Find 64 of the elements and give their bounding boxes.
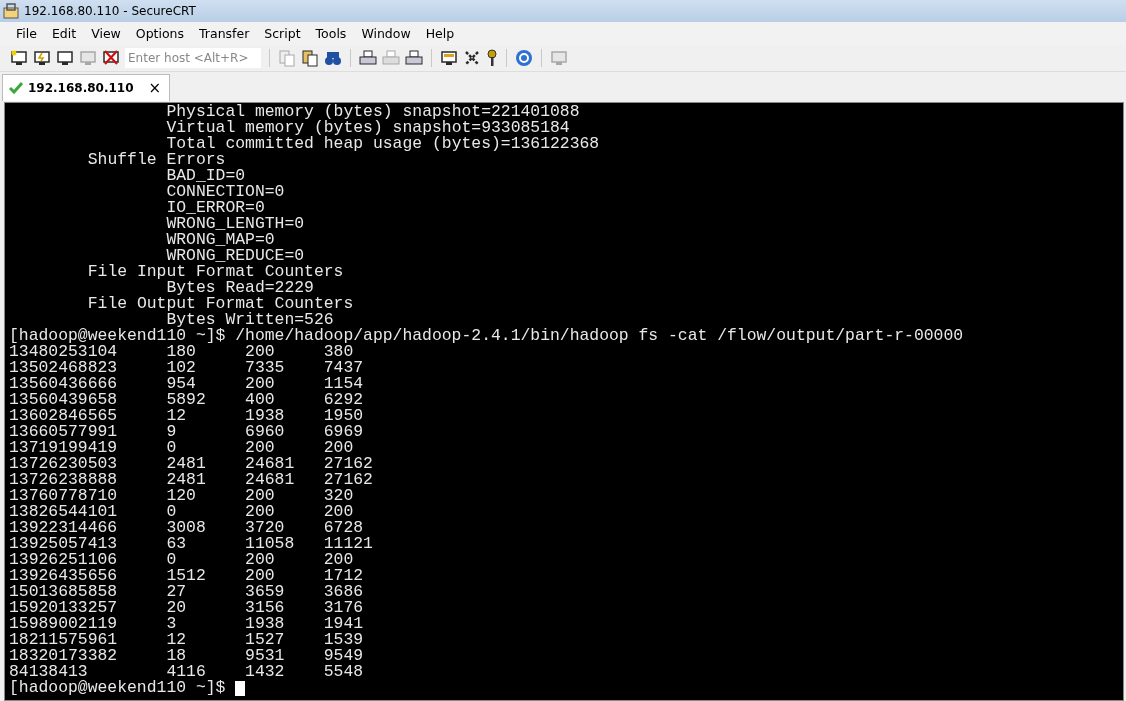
terminal-line: 13719199419 0 200 200 [9, 440, 355, 456]
terminal-line: 13760778710 120 200 320 [9, 488, 355, 504]
menu-item[interactable]: Edit [43, 26, 84, 41]
terminal-line: 13925057413 63 11058 11121 [9, 536, 374, 552]
menu-item[interactable]: Tools [307, 26, 354, 41]
terminal-line: 13926251106 0 200 200 [9, 552, 355, 568]
terminal-line: 15989002119 3 1938 1941 [9, 616, 365, 632]
monitor-icon[interactable] [440, 49, 458, 67]
printer-icon[interactable] [359, 49, 377, 67]
menu-item[interactable]: Window [353, 26, 418, 41]
terminal-line: Virtual memory (bytes) snapshot=933085184 [165, 120, 570, 136]
terminal-line: 13726238888 2481 24681 27162 [9, 472, 374, 488]
terminal-line: 13922314466 3008 3720 6728 [9, 520, 365, 536]
help-icon[interactable] [515, 49, 533, 67]
session-tab[interactable]: 192.168.80.110 × [2, 74, 171, 101]
menu-item[interactable]: Script [256, 26, 308, 41]
terminal-line: 13826544101 0 200 200 [9, 504, 355, 520]
close-button[interactable]: × [148, 79, 162, 97]
terminal-line: File Output Format Counters [86, 296, 355, 312]
terminal-line: Physical memory (bytes) snapshot=221401088 [165, 104, 581, 120]
menu-item[interactable]: View [83, 26, 128, 41]
terminal-line: BAD_ID=0 [165, 168, 247, 184]
terminal-line: WRONG_MAP=0 [165, 232, 276, 248]
terminal-line: [hadoop@weekend110 ~]$ /home/hadoop/app/hadoop-2.4.1/bin/hadoop fs -cat /flow/output/part-r-00000 [9, 328, 965, 344]
terminal-line: IO_ERROR=0 [165, 200, 266, 216]
terminal-line: 13602846565 12 1938 1950 [9, 408, 365, 424]
terminal-line: 13502468823 102 7335 7437 [9, 360, 365, 376]
terminal-line: 13560436666 954 200 1154 [9, 376, 365, 392]
terminal-line: 13480253104 180 200 380 [9, 344, 354, 360]
menu-item[interactable]: File [8, 26, 44, 41]
tools-icon[interactable] [463, 49, 481, 67]
menu-item[interactable]: Options [127, 26, 192, 41]
menu-item[interactable]: Help [417, 26, 462, 41]
terminal-line: 13926435656 1512 200 1712 [9, 568, 365, 584]
terminal-line: 13726230503 2481 24681 27162 [9, 456, 374, 472]
disconnect-icon[interactable] [102, 49, 120, 67]
host-field[interactable]: Enter host <Alt+R> [125, 48, 261, 68]
terminal-line: 84138413 4116 1432 5548 [9, 664, 365, 680]
binoculars-icon[interactable] [324, 49, 342, 67]
terminal-line: 18320173382 18 9531 9549 [9, 648, 365, 664]
monitor-icon[interactable] [10, 49, 28, 67]
terminal-line: Total committed heap usage (bytes)=136122368 [165, 136, 601, 152]
app-icon [3, 3, 19, 19]
terminal-line: 15920133257 20 3156 3176 [9, 600, 365, 616]
terminal-line: 15013685858 27 3659 3686 [9, 584, 365, 600]
terminal-line: File Input Format Counters [86, 264, 345, 280]
terminal-line: Bytes Written=526 [166, 312, 334, 328]
terminal-line: Bytes Read=2229 [166, 280, 315, 296]
terminal-line: 13660577991 9 6960 6969 [9, 424, 365, 440]
monitor-icon[interactable] [56, 49, 74, 67]
terminal-line: WRONG_REDUCE=0 [165, 248, 306, 264]
terminal-line: 18211575961 12 1527 1539 [9, 632, 365, 648]
terminal-line: Shuffle Errors [86, 152, 227, 168]
key-icon[interactable] [486, 49, 498, 67]
window-title: 192.168.80.110 - SecureCRT [24, 4, 196, 18]
terminal-line: CONNECTION=0 [165, 184, 286, 200]
menu-item[interactable]: Transfer [191, 26, 257, 41]
terminal-line: 13560439658 5892 400 6292 [9, 392, 365, 408]
tab-label: 192.168.80.110 [28, 81, 134, 95]
clipboard-icon[interactable] [301, 49, 319, 67]
printer-icon[interactable] [405, 49, 423, 67]
terminal-line: WRONG_LENGTH=0 [165, 216, 306, 232]
terminal-prompt: [hadoop@weekend110 ~]$ [9, 680, 227, 696]
monitor-icon[interactable] [33, 49, 51, 67]
